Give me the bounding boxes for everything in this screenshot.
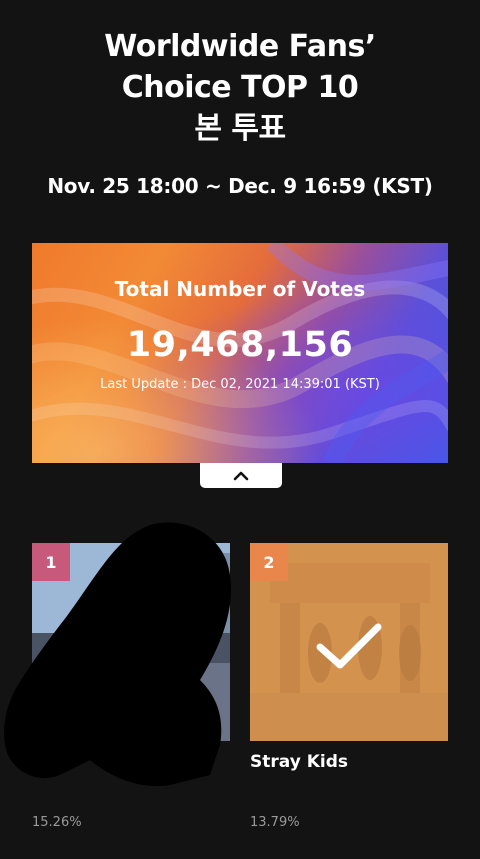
dark-silhouette-overlay	[4, 522, 232, 787]
page-title-line: Choice TOP 10	[121, 70, 359, 105]
collapse-banner-button[interactable]	[200, 463, 282, 488]
chevron-up-icon	[233, 471, 249, 480]
candidate-name: Stray Kids	[250, 752, 348, 772]
page-title: Worldwide Fans’ Choice TOP 10 본 투표	[0, 26, 480, 149]
checkmark-icon	[316, 623, 382, 669]
total-votes-label: Total Number of Votes	[114, 277, 366, 301]
total-votes-banner: Total Number of Votes 19,468,156 Last Up…	[32, 243, 448, 463]
last-update-text: Last Update : Dec 02, 2021 14:39:01 (KST…	[100, 377, 380, 392]
total-votes-count: 19,468,156	[126, 325, 354, 365]
page-title-line: 본 투표	[194, 111, 286, 146]
voting-period: Nov. 25 18:00 ~ Dec. 9 16:59 (KST)	[47, 174, 433, 198]
candidate-card-2[interactable]: 2	[250, 543, 448, 741]
page-title-line: Worldwide Fans’	[104, 29, 376, 64]
